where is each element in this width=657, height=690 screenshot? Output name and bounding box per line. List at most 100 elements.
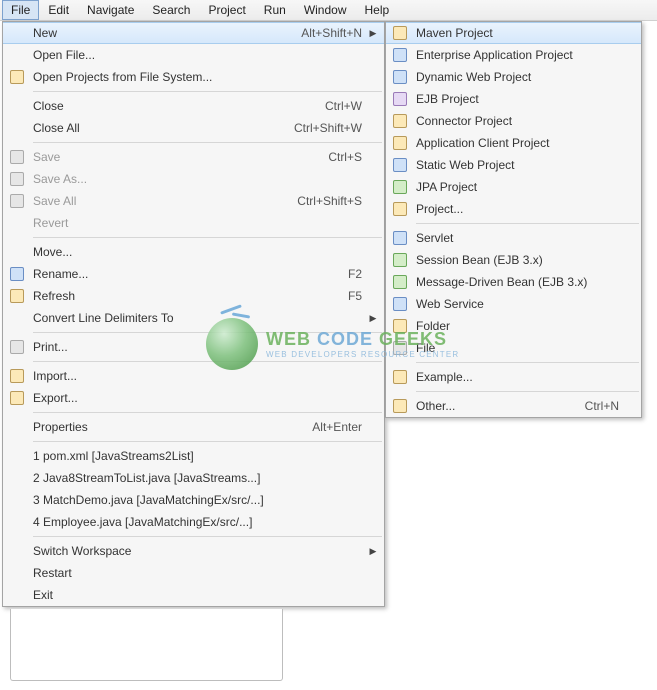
menu-file[interactable]: File [2,0,39,20]
new-mdb[interactable]: Message-Driven Bean (EJB 3.x) [386,271,641,293]
file-new[interactable]: New Alt+Shift+N ▶ [3,22,384,44]
rename-icon [7,266,27,282]
file-save-as[interactable]: Save As... [3,168,384,190]
print-icon [7,339,27,355]
menu-search[interactable]: Search [143,0,199,20]
new-submenu: Maven ProjectEnterprise Application Proj… [385,21,642,418]
new-dynweb[interactable]: Dynamic Web Project [386,66,641,88]
new-jpa[interactable]: JPA Project [386,176,641,198]
staticweb-icon [390,157,410,173]
new-dynweb-label: Dynamic Web Project [410,70,625,84]
separator [33,91,382,92]
new-appclient-label: Application Client Project [410,136,625,150]
menu-run[interactable]: Run [255,0,295,20]
file-switch-workspace[interactable]: Switch Workspace ▶ [3,540,384,562]
new-maven[interactable]: Maven Project [386,22,641,44]
editor-panel-outline [10,609,283,681]
file-exit[interactable]: Exit [3,584,384,606]
folder-icon [390,318,410,334]
new-session-label: Session Bean (EJB 3.x) [410,253,625,267]
new-other[interactable]: Other...Ctrl+N [386,395,641,417]
save-icon [7,149,27,165]
folder-open-icon [7,69,27,85]
submenu-arrow-icon: ▶ [368,28,378,39]
new-file[interactable]: File [386,337,641,359]
separator [33,536,382,537]
project-icon [390,201,410,217]
blank-icon [7,25,27,41]
blank-icon [7,47,27,63]
file-revert[interactable]: Revert [3,212,384,234]
file-refresh[interactable]: Refresh F5 [3,285,384,307]
new-enterprise[interactable]: Enterprise Application Project [386,44,641,66]
menu-edit[interactable]: Edit [39,0,78,20]
connector-icon [390,113,410,129]
example-icon [390,369,410,385]
new-folder-label: Folder [410,319,625,333]
file-move[interactable]: Move... [3,241,384,263]
file-recent-2[interactable]: 2 Java8StreamToList.java [JavaStreams...… [3,467,384,489]
new-jpa-label: JPA Project [410,180,625,194]
ejb-icon [390,91,410,107]
new-servlet-label: Servlet [410,231,625,245]
separator [416,362,639,363]
export-icon [7,390,27,406]
file-rename[interactable]: Rename... F2 [3,263,384,285]
new-ejb[interactable]: EJB Project [386,88,641,110]
dynweb-icon [390,69,410,85]
file-properties[interactable]: Properties Alt+Enter [3,416,384,438]
new-session[interactable]: Session Bean (EJB 3.x) [386,249,641,271]
file-open[interactable]: Open File... [3,44,384,66]
new-appclient[interactable]: Application Client Project [386,132,641,154]
file-convert[interactable]: Convert Line Delimiters To ▶ [3,307,384,329]
separator [33,412,382,413]
separator [33,441,382,442]
appclient-icon [390,135,410,151]
submenu-arrow-icon: ▶ [368,546,378,557]
file-restart[interactable]: Restart [3,562,384,584]
new-folder[interactable]: Folder [386,315,641,337]
new-connector-label: Connector Project [410,114,625,128]
file-recent-4[interactable]: 4 Employee.java [JavaMatchingEx/src/...] [3,511,384,533]
save-as-icon [7,171,27,187]
new-file-label: File [410,341,625,355]
file-recent-3[interactable]: 3 MatchDemo.java [JavaMatchingEx/src/...… [3,489,384,511]
separator [33,237,382,238]
maven-icon [390,25,410,41]
new-example-label: Example... [410,370,625,384]
servlet-icon [390,230,410,246]
new-ejb-label: EJB Project [410,92,625,106]
file-print[interactable]: Print... [3,336,384,358]
file-close-all[interactable]: Close All Ctrl+Shift+W [3,117,384,139]
new-connector[interactable]: Connector Project [386,110,641,132]
separator [33,361,382,362]
jpa-icon [390,179,410,195]
file-recent-1[interactable]: 1 pom.xml [JavaStreams2List] [3,445,384,467]
file-export[interactable]: Export... [3,387,384,409]
file-icon [390,340,410,356]
file-open-label: Open File... [27,48,368,62]
refresh-icon [7,288,27,304]
menu-window[interactable]: Window [295,0,356,20]
menu-help[interactable]: Help [356,0,399,20]
file-close[interactable]: Close Ctrl+W [3,95,384,117]
file-import[interactable]: Import... [3,365,384,387]
submenu-arrow-icon: ▶ [368,313,378,324]
other-icon [390,398,410,414]
import-icon [7,368,27,384]
mdb-icon [390,274,410,290]
new-servlet[interactable]: Servlet [386,227,641,249]
menu-navigate[interactable]: Navigate [78,0,143,20]
file-new-accel: Alt+Shift+N [301,26,368,40]
menu-project[interactable]: Project [199,0,254,20]
new-websvc[interactable]: Web Service [386,293,641,315]
new-project[interactable]: Project... [386,198,641,220]
separator [33,142,382,143]
file-save[interactable]: Save Ctrl+S [3,146,384,168]
file-open-projects-label: Open Projects from File System... [27,70,368,84]
file-save-all[interactable]: Save All Ctrl+Shift+S [3,190,384,212]
new-example[interactable]: Example... [386,366,641,388]
new-staticweb[interactable]: Static Web Project [386,154,641,176]
file-open-projects[interactable]: Open Projects from File System... [3,66,384,88]
separator [416,223,639,224]
